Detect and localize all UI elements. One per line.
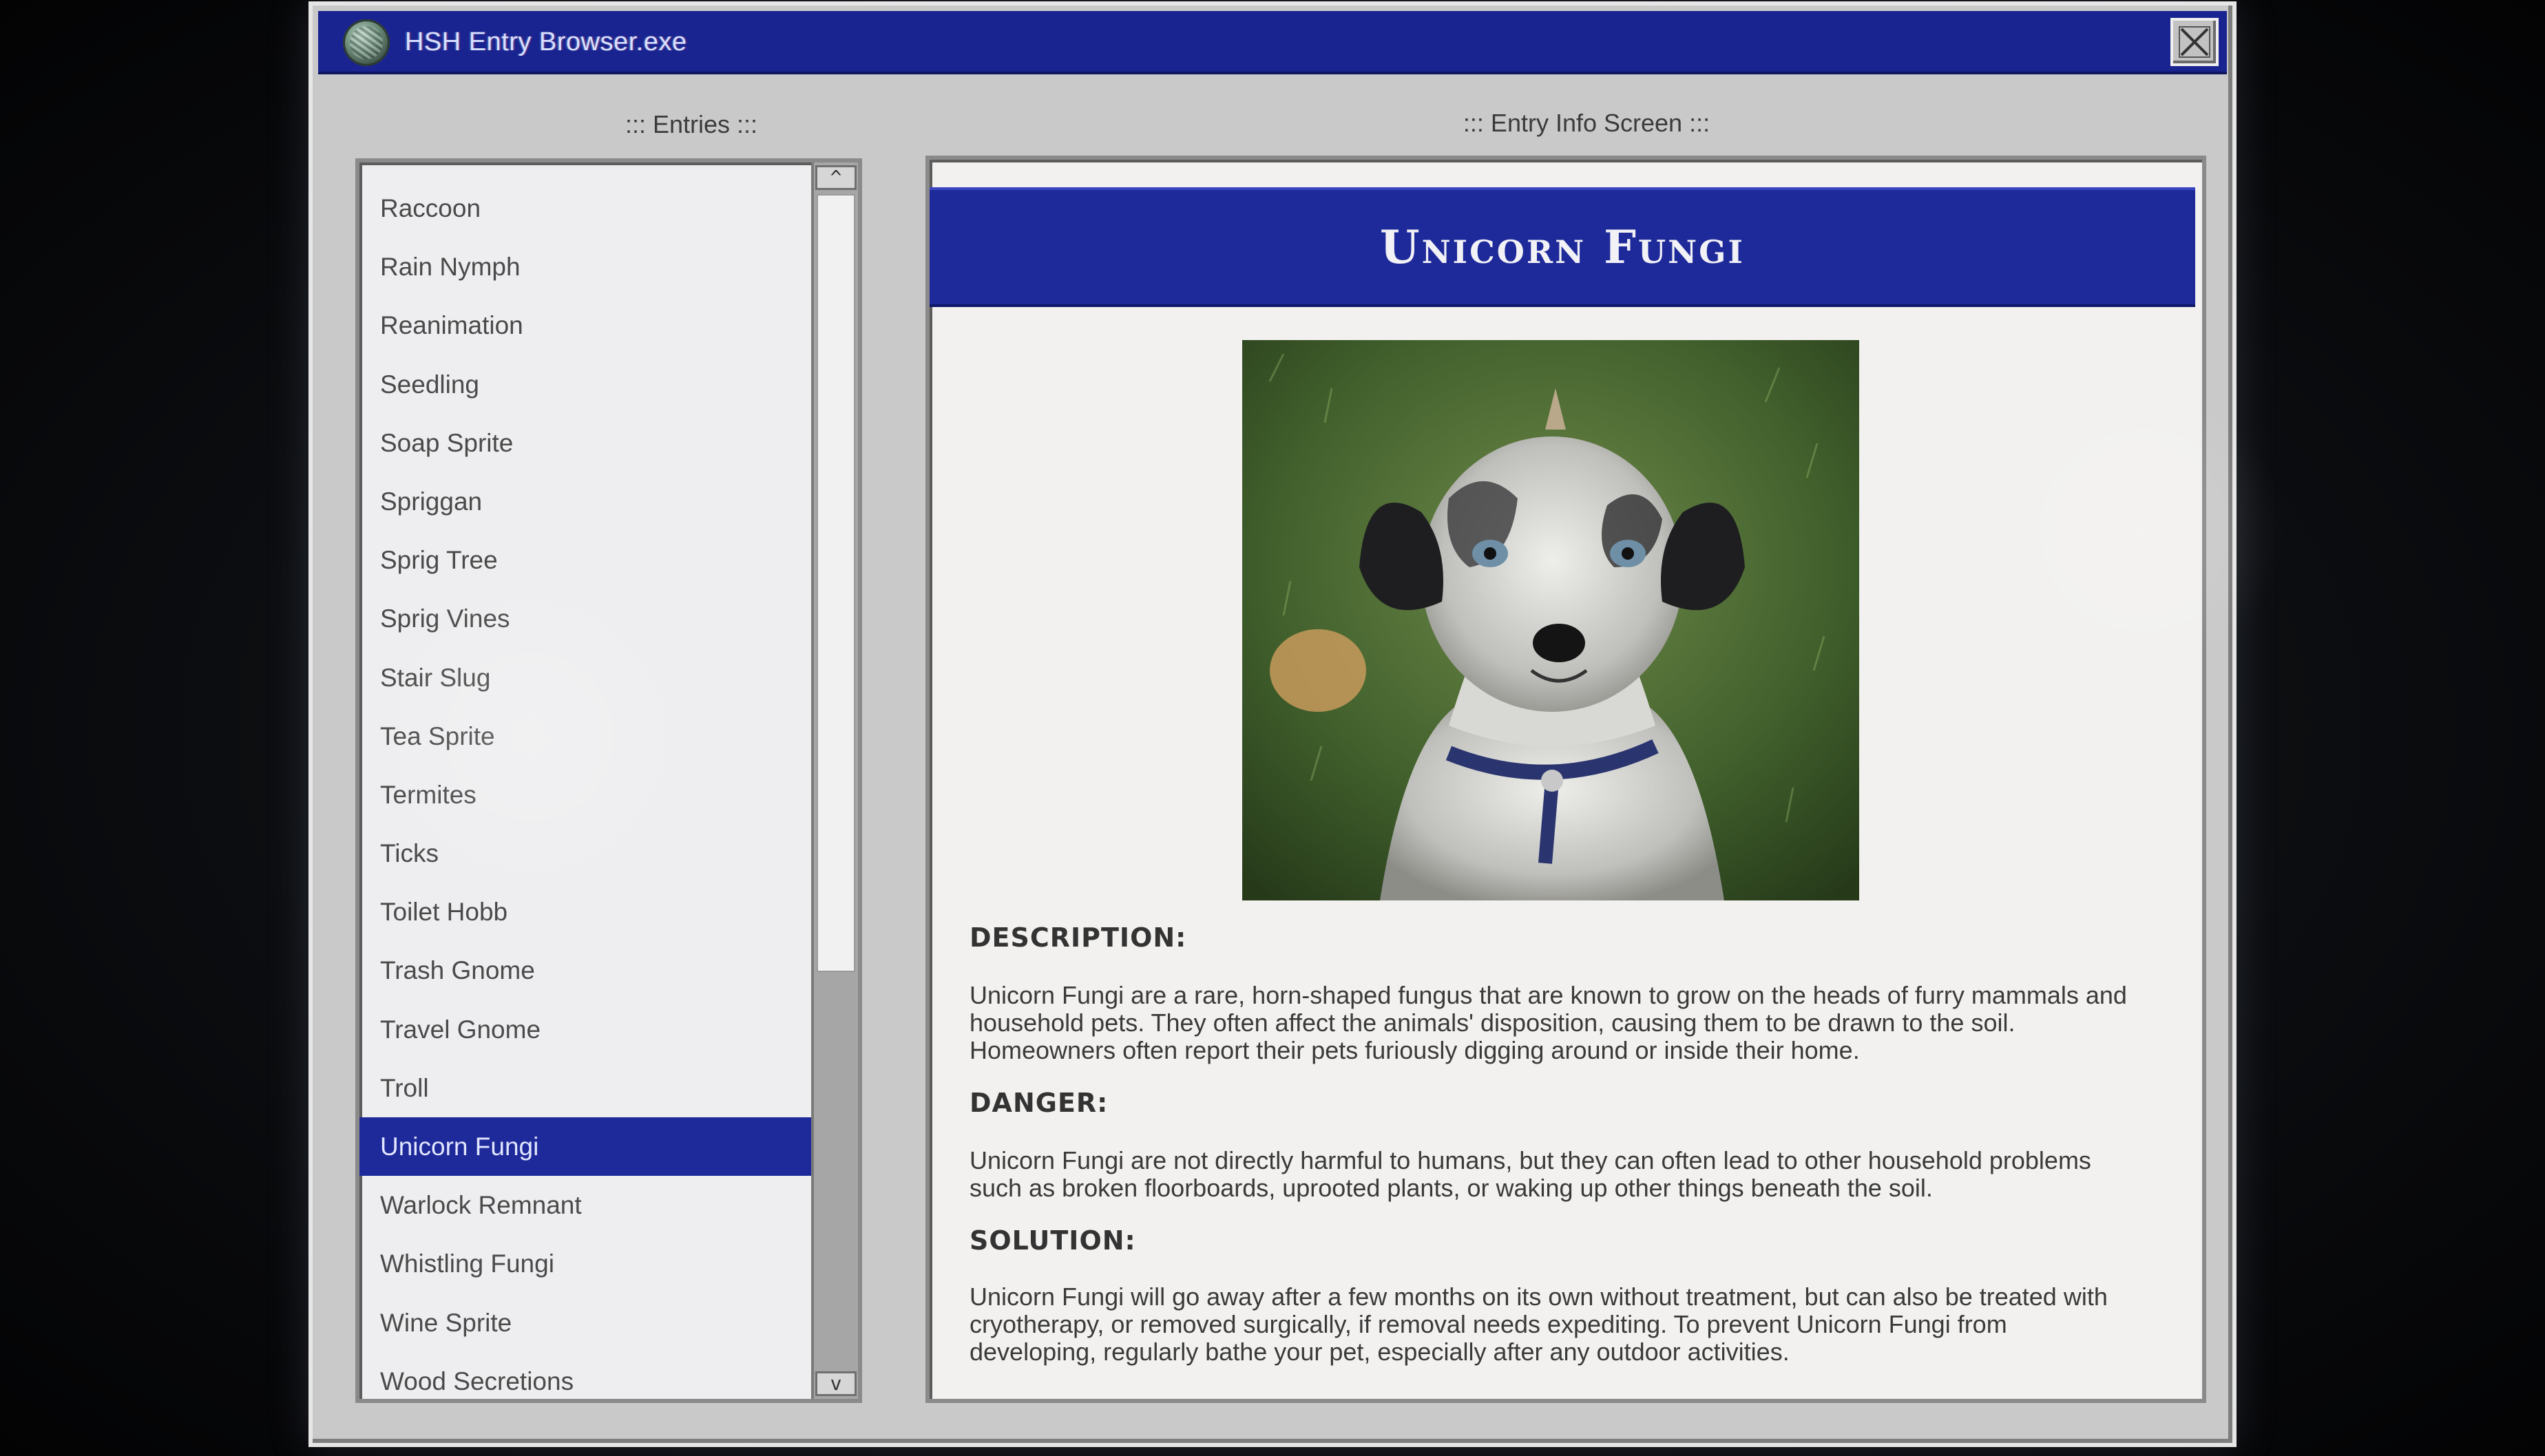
list-item[interactable]: Wood Secretions bbox=[359, 1352, 850, 1411]
list-item[interactable]: Troll bbox=[359, 1059, 850, 1117]
list-item[interactable]: Travel Gnome bbox=[359, 1000, 850, 1059]
danger-text: Unicorn Fungi are not directly harmful t… bbox=[970, 1146, 2091, 1202]
window-title: HSH Entry Browser.exe bbox=[405, 28, 687, 56]
description-text: Unicorn Fungi are a rare, horn-shaped fu… bbox=[970, 981, 2127, 1064]
list-item-selected[interactable]: Unicorn Fungi bbox=[359, 1117, 850, 1177]
scroll-thumb[interactable] bbox=[817, 194, 855, 972]
solution-heading: SOLUTION: bbox=[970, 1225, 1136, 1256]
close-button[interactable] bbox=[2170, 18, 2219, 66]
scroll-up-button[interactable]: ^ bbox=[815, 165, 857, 190]
list-item[interactable]: Whistling Fungi bbox=[359, 1234, 850, 1293]
title-bar[interactable]: HSH Entry Browser.exe bbox=[318, 11, 2227, 74]
list-item[interactable]: Soap Sprite bbox=[359, 414, 850, 472]
danger-heading: DANGER: bbox=[970, 1088, 1109, 1118]
list-item[interactable]: Tea Sprite bbox=[359, 707, 850, 766]
entry-info-panel: Unicorn Fungi DESCRIPTION: Unicorn Fungi… bbox=[925, 156, 2206, 1403]
list-item[interactable]: Sprig Tree bbox=[359, 531, 850, 589]
scroll-down-button[interactable]: v bbox=[815, 1371, 857, 1396]
entries-list-items: Raccoon Rain Nymph Reanimation Seedling … bbox=[359, 179, 850, 1411]
entries-list[interactable]: Raccoon Rain Nymph Reanimation Seedling … bbox=[355, 158, 862, 1403]
info-pane-label: ::: Entry Info Screen ::: bbox=[1463, 109, 1710, 137]
list-item[interactable]: Toilet Hobb bbox=[359, 883, 850, 941]
app-window: HSH Entry Browser.exe ::: Entries ::: ::… bbox=[308, 1, 2237, 1447]
entry-photo bbox=[1242, 340, 1859, 900]
list-item[interactable]: Reanimation bbox=[359, 296, 850, 355]
list-item[interactable]: Raccoon bbox=[359, 179, 850, 238]
globe-icon bbox=[343, 19, 390, 66]
list-item[interactable]: Termites bbox=[359, 766, 850, 824]
entry-title: Unicorn Fungi bbox=[1380, 220, 1745, 274]
list-item[interactable]: Trash Gnome bbox=[359, 941, 850, 1000]
list-item[interactable]: Seedling bbox=[359, 355, 850, 414]
list-item[interactable]: Stair Slug bbox=[359, 648, 850, 707]
close-icon bbox=[2179, 26, 2210, 58]
list-item[interactable]: Sprig Vines bbox=[359, 589, 850, 648]
entries-pane-label: ::: Entries ::: bbox=[625, 110, 758, 138]
description-heading: DESCRIPTION: bbox=[970, 922, 1187, 953]
list-item[interactable]: Wine Sprite bbox=[359, 1294, 850, 1352]
entry-header-banner: Unicorn Fungi bbox=[930, 187, 2195, 307]
entries-scrollbar[interactable]: ^ v bbox=[811, 162, 858, 1399]
list-item[interactable]: Spriggan bbox=[359, 472, 850, 531]
solution-text: Unicorn Fungi will go away after a few m… bbox=[970, 1283, 2108, 1366]
list-item[interactable]: Warlock Remnant bbox=[359, 1176, 850, 1234]
list-item[interactable]: Rain Nymph bbox=[359, 238, 850, 296]
list-item[interactable]: Ticks bbox=[359, 824, 850, 883]
dog-photo-illustration bbox=[1242, 340, 1859, 900]
